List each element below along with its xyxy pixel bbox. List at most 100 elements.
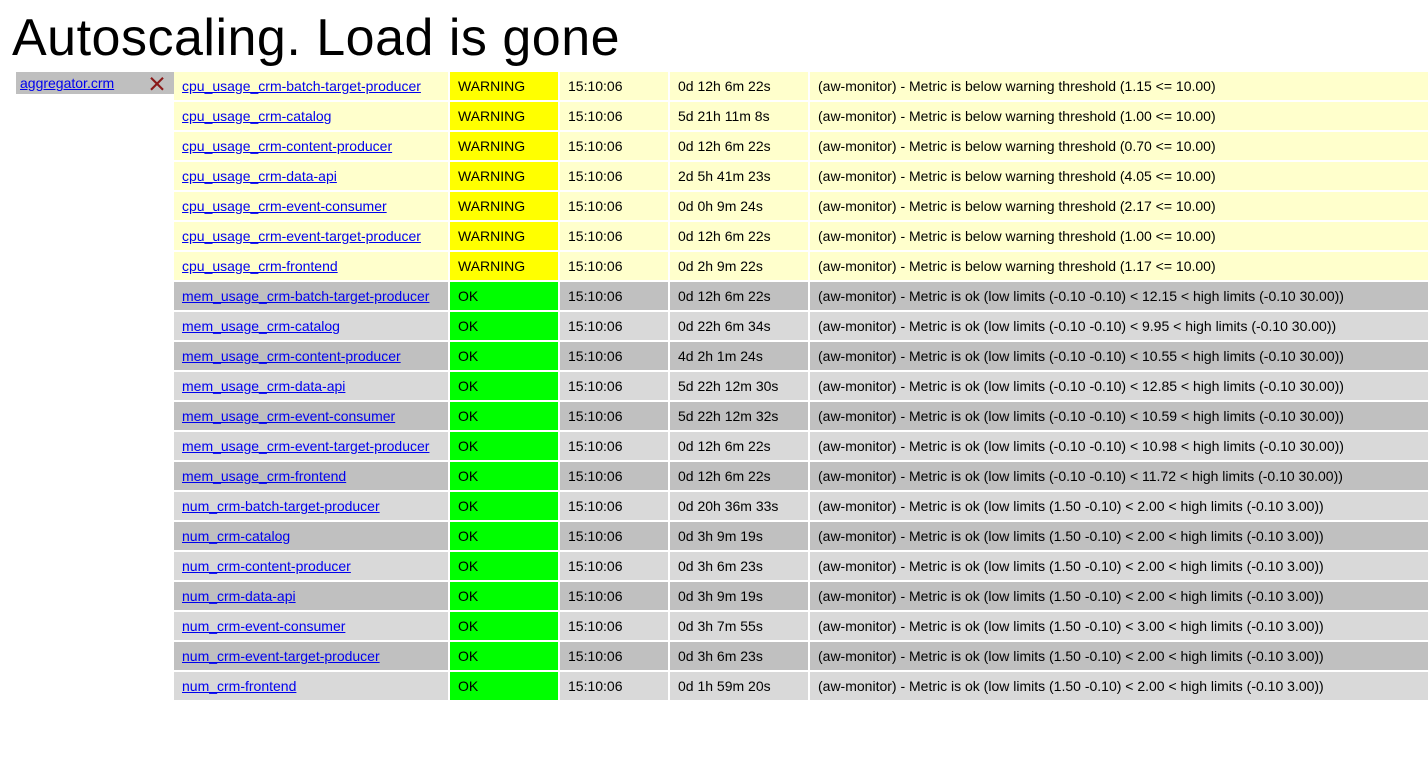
duration-cell: 0d 12h 6m 22s bbox=[670, 432, 810, 460]
status-cell: OK bbox=[450, 582, 560, 610]
metric-cell: mem_usage_crm-event-consumer bbox=[174, 402, 450, 430]
status-row: cpu_usage_crm-catalog WARNING15:10:065d 2… bbox=[174, 102, 1428, 132]
metric-link[interactable]: mem_usage_crm-frontend bbox=[182, 468, 346, 484]
info-cell: (aw-monitor) - Metric is ok (low limits … bbox=[810, 342, 1428, 370]
metric-cell: cpu_usage_crm-event-consumer bbox=[174, 192, 450, 220]
info-cell: (aw-monitor) - Metric is ok (low limits … bbox=[810, 582, 1428, 610]
info-cell: (aw-monitor) - Metric is ok (low limits … bbox=[810, 492, 1428, 520]
status-row: num_crm-data-api OK15:10:060d 3h 9m 19s(a… bbox=[174, 582, 1428, 612]
status-row: mem_usage_crm-event-target-producer OK15:… bbox=[174, 432, 1428, 462]
status-cell: OK bbox=[450, 342, 560, 370]
status-row: cpu_usage_crm-batch-target-producerWARNI… bbox=[174, 72, 1428, 102]
metric-cell: num_crm-batch-target-producer bbox=[174, 492, 450, 520]
status-row: cpu_usage_crm-content-producerWARNING15:… bbox=[174, 132, 1428, 162]
time-cell: 15:10:06 bbox=[560, 282, 670, 310]
info-cell: (aw-monitor) - Metric is below warning t… bbox=[810, 72, 1428, 100]
duration-cell: 0d 2h 9m 22s bbox=[670, 252, 810, 280]
metric-link[interactable]: cpu_usage_crm-content-producer bbox=[182, 138, 392, 154]
metric-link[interactable]: num_crm-content-producer bbox=[182, 558, 351, 574]
metric-cell: cpu_usage_crm-data-api bbox=[174, 162, 450, 190]
status-cell: OK bbox=[450, 462, 560, 490]
time-cell: 15:10:06 bbox=[560, 522, 670, 550]
info-cell: (aw-monitor) - Metric is ok (low limits … bbox=[810, 522, 1428, 550]
time-cell: 15:10:06 bbox=[560, 582, 670, 610]
status-cell: OK bbox=[450, 672, 560, 700]
time-cell: 15:10:06 bbox=[560, 612, 670, 640]
status-row: num_crm-catalogOK15:10:060d 3h 9m 19s(aw… bbox=[174, 522, 1428, 552]
metric-cell: cpu_usage_crm-batch-target-producer bbox=[174, 72, 450, 100]
metric-link[interactable]: mem_usage_crm-content-producer bbox=[182, 348, 401, 364]
metric-cell: cpu_usage_crm-catalog bbox=[174, 102, 450, 130]
info-cell: (aw-monitor) - Metric is below warning t… bbox=[810, 192, 1428, 220]
metric-link[interactable]: num_crm-frontend bbox=[182, 678, 296, 694]
metric-link[interactable]: cpu_usage_crm-event-consumer bbox=[182, 198, 387, 214]
time-cell: 15:10:06 bbox=[560, 162, 670, 190]
time-cell: 15:10:06 bbox=[560, 552, 670, 580]
duration-cell: 0d 3h 6m 23s bbox=[670, 552, 810, 580]
metric-link[interactable]: cpu_usage_crm-data-api bbox=[182, 168, 337, 184]
duration-cell: 0d 1h 59m 20s bbox=[670, 672, 810, 700]
host-link[interactable]: aggregator.crm bbox=[20, 75, 114, 91]
duration-cell: 0d 3h 6m 23s bbox=[670, 642, 810, 670]
duration-cell: 0d 3h 9m 19s bbox=[670, 582, 810, 610]
metric-link[interactable]: mem_usage_crm-catalog bbox=[182, 318, 340, 334]
metric-link[interactable]: num_crm-event-consumer bbox=[182, 618, 345, 634]
status-cell: OK bbox=[450, 312, 560, 340]
status-row: mem_usage_crm-data-apiOK15:10:065d 22h 1… bbox=[174, 372, 1428, 402]
metric-link[interactable]: num_crm-data-api bbox=[182, 588, 296, 604]
info-cell: (aw-monitor) - Metric is ok (low limits … bbox=[810, 372, 1428, 400]
time-cell: 15:10:06 bbox=[560, 462, 670, 490]
metric-link[interactable]: cpu_usage_crm-event-target-producer bbox=[182, 228, 421, 244]
status-cell: WARNING bbox=[450, 192, 560, 220]
metric-cell: mem_usage_crm-content-producer bbox=[174, 342, 450, 370]
duration-cell: 0d 12h 6m 22s bbox=[670, 132, 810, 160]
info-cell: (aw-monitor) - Metric is below warning t… bbox=[810, 162, 1428, 190]
metric-cell: mem_usage_crm-data-api bbox=[174, 372, 450, 400]
status-cell: OK bbox=[450, 432, 560, 460]
time-cell: 15:10:06 bbox=[560, 432, 670, 460]
info-cell: (aw-monitor) - Metric is below warning t… bbox=[810, 102, 1428, 130]
info-cell: (aw-monitor) - Metric is ok (low limits … bbox=[810, 402, 1428, 430]
duration-cell: 0d 12h 6m 22s bbox=[670, 282, 810, 310]
metric-link[interactable]: num_crm-event-target-producer bbox=[182, 648, 380, 664]
metric-link[interactable]: num_crm-batch-target-producer bbox=[182, 498, 380, 514]
metric-link[interactable]: mem_usage_crm-event-target-producer bbox=[182, 438, 429, 454]
status-cell: WARNING bbox=[450, 222, 560, 250]
duration-cell: 5d 22h 12m 30s bbox=[670, 372, 810, 400]
status-cell: WARNING bbox=[450, 252, 560, 280]
metric-cell: num_crm-event-target-producer bbox=[174, 642, 450, 670]
status-row: mem_usage_crm-batch-target-producerOK15:… bbox=[174, 282, 1428, 312]
status-cell: OK bbox=[450, 642, 560, 670]
status-cell: OK bbox=[450, 372, 560, 400]
metric-link[interactable]: mem_usage_crm-data-api bbox=[182, 378, 345, 394]
time-cell: 15:10:06 bbox=[560, 72, 670, 100]
info-cell: (aw-monitor) - Metric is ok (low limits … bbox=[810, 282, 1428, 310]
info-cell: (aw-monitor) - Metric is ok (low limits … bbox=[810, 432, 1428, 460]
info-cell: (aw-monitor) - Metric is ok (low limits … bbox=[810, 552, 1428, 580]
host-row: aggregator.crm bbox=[16, 72, 174, 96]
status-row: cpu_usage_crm-event-target-producer WARNI… bbox=[174, 222, 1428, 252]
duration-cell: 0d 0h 9m 24s bbox=[670, 192, 810, 220]
info-cell: (aw-monitor) - Metric is below warning t… bbox=[810, 222, 1428, 250]
metric-cell: num_crm-catalog bbox=[174, 522, 450, 550]
metric-link[interactable]: cpu_usage_crm-batch-target-producer bbox=[182, 78, 421, 94]
metric-link[interactable]: mem_usage_crm-event-consumer bbox=[182, 408, 395, 424]
status-cell: WARNING bbox=[450, 162, 560, 190]
duration-cell: 0d 12h 6m 22s bbox=[670, 462, 810, 490]
metric-cell: num_crm-content-producer bbox=[174, 552, 450, 580]
status-row: mem_usage_crm-event-consumerOK15:10:065d… bbox=[174, 402, 1428, 432]
metric-cell: cpu_usage_crm-frontend bbox=[174, 252, 450, 280]
metric-link[interactable]: mem_usage_crm-batch-target-producer bbox=[182, 288, 429, 304]
duration-cell: 5d 21h 11m 8s bbox=[670, 102, 810, 130]
status-cell: OK bbox=[450, 612, 560, 640]
metric-link[interactable]: num_crm-catalog bbox=[182, 528, 290, 544]
time-cell: 15:10:06 bbox=[560, 102, 670, 130]
metric-cell: mem_usage_crm-batch-target-producer bbox=[174, 282, 450, 310]
status-cell: WARNING bbox=[450, 102, 560, 130]
metric-link[interactable]: cpu_usage_crm-catalog bbox=[182, 108, 331, 124]
duration-cell: 0d 22h 6m 34s bbox=[670, 312, 810, 340]
status-row: num_crm-event-consumerOK15:10:060d 3h 7m… bbox=[174, 612, 1428, 642]
metric-link[interactable]: cpu_usage_crm-frontend bbox=[182, 258, 338, 274]
metric-cell: cpu_usage_crm-event-target-producer bbox=[174, 222, 450, 250]
status-row: cpu_usage_crm-data-apiWARNING15:10:062d … bbox=[174, 162, 1428, 192]
